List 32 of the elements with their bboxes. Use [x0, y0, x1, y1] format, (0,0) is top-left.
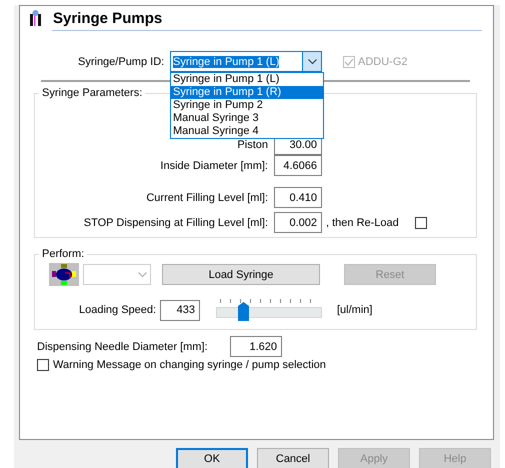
slider-thumb[interactable] — [238, 302, 248, 321]
unit-label: [ul/min] — [337, 304, 372, 316]
field-label: STOP Dispensing at Filling Level [ml]: — [82, 216, 268, 228]
chevron-icon — [138, 272, 147, 278]
field-label: Syringe/Pump ID: — [78, 56, 166, 68]
input-field[interactable]: 0.410 — [274, 187, 322, 208]
field-label: Piston — [236, 138, 268, 150]
window-title: Syringe Pumps — [53, 10, 162, 26]
field-label: Loading Speed: — [79, 304, 158, 316]
dialog-button[interactable]: OK — [176, 448, 248, 468]
dropdown-option[interactable]: Syringe in Pump 2 — [171, 99, 323, 112]
load-button[interactable]: Load Syringe — [162, 264, 320, 285]
group-title: Perform: — [41, 248, 86, 260]
reload-checkbox[interactable] — [414, 216, 427, 228]
field-label: Inside Diameter [mm]: — [159, 160, 268, 172]
pump-icon — [30, 10, 41, 26]
dropdown-option[interactable]: Syringe in Pump 1 (R) — [171, 86, 323, 99]
dialog-button[interactable]: Cancel — [257, 448, 329, 468]
group-title: Syringe Parameters: — [41, 87, 144, 99]
checkbox-label: Warning Message on changing syringe / pump selection — [53, 359, 326, 371]
suffix-label: , then Re-Load — [326, 216, 399, 228]
input-field[interactable]: 0.002 — [274, 212, 322, 233]
input-field[interactable]: 4.6066 — [274, 155, 322, 176]
module-icon — [49, 263, 79, 286]
checkbox-label: ADDU-G2 — [358, 56, 408, 68]
field-label: Dispensing Needle Diameter [mm]: — [37, 340, 209, 352]
warning-checkbox[interactable] — [37, 359, 49, 371]
dropdown-option[interactable]: Syringe in Pump 1 (L) — [171, 73, 323, 86]
field-label: Current Filling Level [ml]: — [145, 192, 268, 204]
input-field[interactable]: 433 — [160, 300, 200, 320]
input-field[interactable]: 1.620 — [230, 336, 282, 357]
dropdown-option[interactable]: Manual Syringe 3 — [171, 112, 323, 125]
